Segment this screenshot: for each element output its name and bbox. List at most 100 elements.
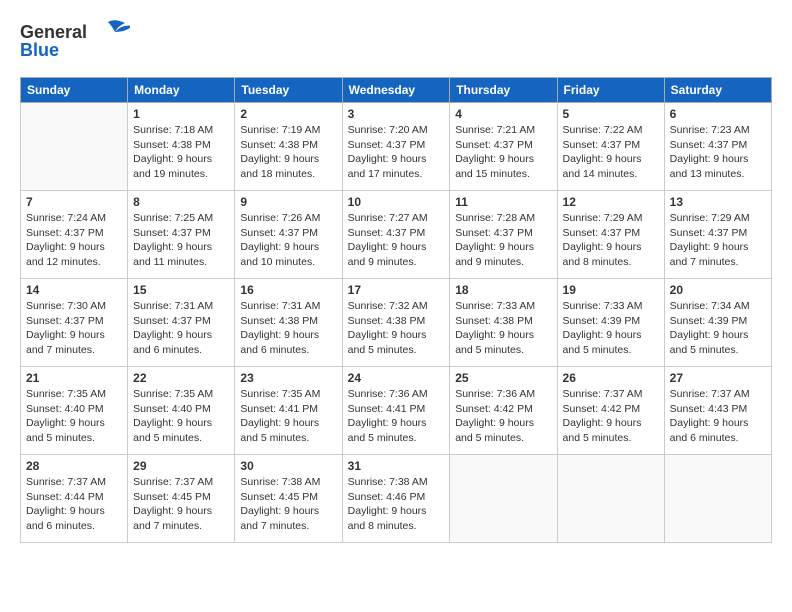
day-number: 4 [455,107,551,121]
calendar-cell: 23Sunrise: 7:35 AM Sunset: 4:41 PM Dayli… [235,367,342,455]
day-number: 21 [26,371,122,385]
day-number: 30 [240,459,336,473]
day-info: Sunrise: 7:37 AM Sunset: 4:43 PM Dayligh… [670,387,766,446]
calendar-cell: 29 Sunrise: 7:37 AM Sunset: 4:45 PM Dayli… [128,455,235,543]
calendar: SundayMondayTuesdayWednesdayThursdayFrid… [20,77,772,543]
day-number: 19 [563,283,659,297]
day-number: 26 [563,371,659,385]
day-number: 11 [455,195,551,209]
calendar-cell [21,103,128,191]
day-info: Sunrise: 7:36 AM Sunset: 4:41 PM Dayligh… [348,387,445,446]
day-info: Sunrise: 7:29 AM Sunset: 4:37 PM Dayligh… [670,211,766,270]
calendar-cell: 30 Sunrise: 7:38 AM Sunset: 4:45 PM Dayli… [235,455,342,543]
day-info: Sunrise: 7:27 AM Sunset: 4:37 PM Dayligh… [348,211,445,270]
day-info: Sunrise: 7:31 AM Sunset: 4:37 PM Dayligh… [133,299,229,358]
weekday-header: Wednesday [342,78,450,103]
calendar-cell [557,455,664,543]
weekday-header: Thursday [450,78,557,103]
logo: General Blue [20,18,130,67]
calendar-cell: 19 Sunrise: 7:33 AM Sunset: 4:39 PM Dayli… [557,279,664,367]
day-info: Sunrise: 7:25 AM Sunset: 4:37 PM Dayligh… [133,211,229,270]
calendar-week-row: 7 Sunrise: 7:24 AM Sunset: 4:37 PM Daylig… [21,191,772,279]
calendar-week-row: 1 Sunrise: 7:18 AM Sunset: 4:38 PM Daylig… [21,103,772,191]
calendar-cell: 20Sunrise: 7:34 AM Sunset: 4:39 PM Dayli… [664,279,771,367]
calendar-cell: 9Sunrise: 7:26 AM Sunset: 4:37 PM Daylig… [235,191,342,279]
day-info: Sunrise: 7:38 AM Sunset: 4:45 PM Dayligh… [240,475,336,534]
day-info: Sunrise: 7:36 AM Sunset: 4:42 PM Dayligh… [455,387,551,446]
calendar-cell: 4 Sunrise: 7:21 AM Sunset: 4:37 PM Daylig… [450,103,557,191]
day-info: Sunrise: 7:21 AM Sunset: 4:37 PM Dayligh… [455,123,551,182]
calendar-cell [450,455,557,543]
calendar-cell: 3 Sunrise: 7:20 AM Sunset: 4:37 PM Daylig… [342,103,450,191]
day-number: 29 [133,459,229,473]
day-info: Sunrise: 7:28 AM Sunset: 4:37 PM Dayligh… [455,211,551,270]
calendar-cell: 25Sunrise: 7:36 AM Sunset: 4:42 PM Dayli… [450,367,557,455]
calendar-week-row: 21 Sunrise: 7:35 AM Sunset: 4:40 PM Dayli… [21,367,772,455]
calendar-week-row: 28 Sunrise: 7:37 AM Sunset: 4:44 PM Dayli… [21,455,772,543]
day-info: Sunrise: 7:37 AM Sunset: 4:42 PM Dayligh… [563,387,659,446]
calendar-cell: 2Sunrise: 7:19 AM Sunset: 4:38 PM Daylig… [235,103,342,191]
day-info: Sunrise: 7:22 AM Sunset: 4:37 PM Dayligh… [563,123,659,182]
calendar-cell [664,455,771,543]
calendar-cell: 22Sunrise: 7:35 AM Sunset: 4:40 PM Dayli… [128,367,235,455]
calendar-cell: 6Sunrise: 7:23 AM Sunset: 4:37 PM Daylig… [664,103,771,191]
day-number: 12 [563,195,659,209]
calendar-cell: 11 Sunrise: 7:28 AM Sunset: 4:37 PM Dayli… [450,191,557,279]
day-info: Sunrise: 7:23 AM Sunset: 4:37 PM Dayligh… [670,123,766,182]
day-info: Sunrise: 7:29 AM Sunset: 4:37 PM Dayligh… [563,211,659,270]
day-number: 23 [240,371,336,385]
calendar-cell: 10Sunrise: 7:27 AM Sunset: 4:37 PM Dayli… [342,191,450,279]
calendar-cell: 31 Sunrise: 7:38 AM Sunset: 4:46 PM Dayli… [342,455,450,543]
calendar-cell: 12 Sunrise: 7:29 AM Sunset: 4:37 PM Dayli… [557,191,664,279]
calendar-cell: 24Sunrise: 7:36 AM Sunset: 4:41 PM Dayli… [342,367,450,455]
day-number: 28 [26,459,122,473]
weekday-header: Friday [557,78,664,103]
day-number: 13 [670,195,766,209]
weekday-header: Saturday [664,78,771,103]
day-info: Sunrise: 7:35 AM Sunset: 4:40 PM Dayligh… [26,387,122,446]
day-number: 18 [455,283,551,297]
calendar-cell: 7 Sunrise: 7:24 AM Sunset: 4:37 PM Daylig… [21,191,128,279]
day-number: 17 [348,283,445,297]
day-info: Sunrise: 7:31 AM Sunset: 4:38 PM Dayligh… [240,299,336,358]
svg-text:General: General [20,22,87,42]
day-info: Sunrise: 7:20 AM Sunset: 4:37 PM Dayligh… [348,123,445,182]
weekday-header: Sunday [21,78,128,103]
day-number: 8 [133,195,229,209]
calendar-cell: 27Sunrise: 7:37 AM Sunset: 4:43 PM Dayli… [664,367,771,455]
day-number: 3 [348,107,445,121]
weekday-header: Monday [128,78,235,103]
logo-text: General Blue [20,18,130,67]
day-number: 1 [133,107,229,121]
day-info: Sunrise: 7:32 AM Sunset: 4:38 PM Dayligh… [348,299,445,358]
calendar-cell: 5 Sunrise: 7:22 AM Sunset: 4:37 PM Daylig… [557,103,664,191]
day-info: Sunrise: 7:38 AM Sunset: 4:46 PM Dayligh… [348,475,445,534]
day-info: Sunrise: 7:24 AM Sunset: 4:37 PM Dayligh… [26,211,122,270]
day-info: Sunrise: 7:37 AM Sunset: 4:45 PM Dayligh… [133,475,229,534]
calendar-cell: 8 Sunrise: 7:25 AM Sunset: 4:37 PM Daylig… [128,191,235,279]
day-number: 7 [26,195,122,209]
calendar-cell: 15 Sunrise: 7:31 AM Sunset: 4:37 PM Dayli… [128,279,235,367]
day-info: Sunrise: 7:33 AM Sunset: 4:38 PM Dayligh… [455,299,551,358]
calendar-cell: 16 Sunrise: 7:31 AM Sunset: 4:38 PM Dayli… [235,279,342,367]
svg-text:Blue: Blue [20,40,59,60]
day-info: Sunrise: 7:30 AM Sunset: 4:37 PM Dayligh… [26,299,122,358]
day-info: Sunrise: 7:19 AM Sunset: 4:38 PM Dayligh… [240,123,336,182]
day-number: 15 [133,283,229,297]
calendar-cell: 17 Sunrise: 7:32 AM Sunset: 4:38 PM Dayli… [342,279,450,367]
day-info: Sunrise: 7:37 AM Sunset: 4:44 PM Dayligh… [26,475,122,534]
weekday-header: Tuesday [235,78,342,103]
day-info: Sunrise: 7:18 AM Sunset: 4:38 PM Dayligh… [133,123,229,182]
day-number: 5 [563,107,659,121]
page-container: General Blue SundayMondayTuesdayWednesda… [0,0,792,553]
calendar-cell: 21 Sunrise: 7:35 AM Sunset: 4:40 PM Dayli… [21,367,128,455]
calendar-cell: 26 Sunrise: 7:37 AM Sunset: 4:42 PM Dayli… [557,367,664,455]
day-number: 31 [348,459,445,473]
calendar-cell: 28 Sunrise: 7:37 AM Sunset: 4:44 PM Dayli… [21,455,128,543]
calendar-header-row: SundayMondayTuesdayWednesdayThursdayFrid… [21,78,772,103]
day-info: Sunrise: 7:35 AM Sunset: 4:40 PM Dayligh… [133,387,229,446]
day-info: Sunrise: 7:34 AM Sunset: 4:39 PM Dayligh… [670,299,766,358]
day-number: 16 [240,283,336,297]
day-info: Sunrise: 7:26 AM Sunset: 4:37 PM Dayligh… [240,211,336,270]
day-info: Sunrise: 7:33 AM Sunset: 4:39 PM Dayligh… [563,299,659,358]
